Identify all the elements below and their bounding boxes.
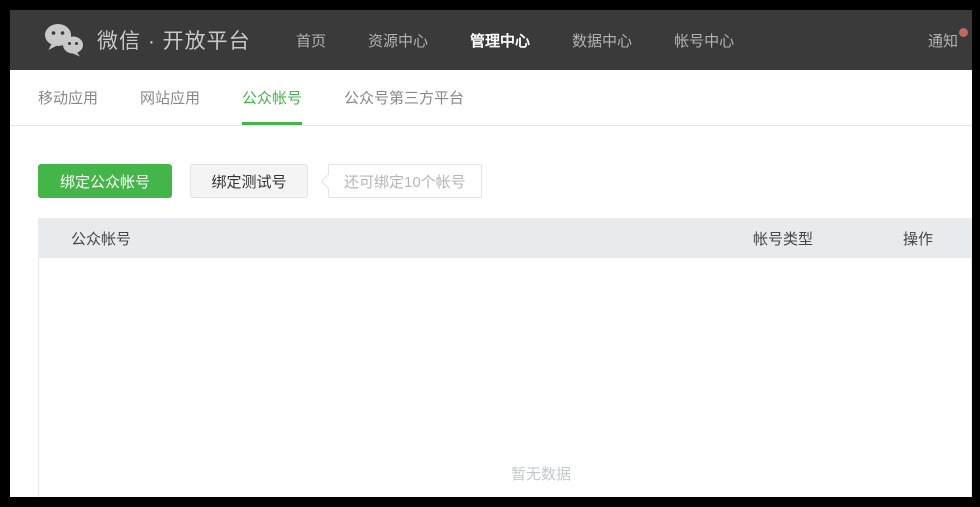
brand-title: 微信 · 开放平台	[97, 30, 251, 53]
remaining-quota-text: 还可绑定10个帐号	[344, 173, 466, 191]
empty-state-text: 暂无数据	[510, 466, 572, 483]
tab-official-accounts[interactable]: 公众帐号	[242, 70, 303, 125]
table-body: 暂无数据	[38, 258, 972, 497]
tab-third-party-platform[interactable]: 公众号第三方平台	[344, 70, 464, 125]
section-tabbar: 移动应用 网站应用 公众帐号 公众号第三方平台	[10, 70, 972, 126]
notifications-label: 通知	[927, 32, 958, 50]
nav-item-account-center[interactable]: 帐号中心	[674, 30, 734, 51]
nav-item-home[interactable]: 首页	[296, 30, 326, 51]
official-accounts-table: 公众帐号 帐号类型 操作 暂无数据	[38, 218, 972, 497]
browser-viewport: 微信 · 开放平台 首页 资源中心 管理中心 数据中心 帐号中心 通知 移动应用…	[10, 10, 972, 497]
main-content: 绑定公众帐号 绑定测试号 还可绑定10个帐号 公众帐号 帐号类型 操作 暂无数据	[10, 126, 972, 497]
notifications-button[interactable]: 通知	[928, 10, 968, 70]
top-navbar: 微信 · 开放平台 首页 资源中心 管理中心 数据中心 帐号中心 通知	[10, 10, 972, 70]
wechat-logo-icon	[44, 23, 84, 57]
primary-nav: 首页 资源中心 管理中心 数据中心 帐号中心	[296, 10, 734, 70]
tab-website-apps[interactable]: 网站应用	[140, 70, 200, 125]
column-header-account-type: 帐号类型	[753, 230, 814, 248]
tab-mobile-apps[interactable]: 移动应用	[38, 70, 98, 125]
column-header-actions: 操作	[903, 230, 934, 248]
nav-item-management-center[interactable]: 管理中心	[470, 30, 530, 51]
bind-official-account-button[interactable]: 绑定公众帐号	[38, 164, 172, 198]
nav-item-data-center[interactable]: 数据中心	[572, 30, 632, 51]
column-header-account: 公众帐号	[71, 230, 132, 248]
table-header-row: 公众帐号 帐号类型 操作	[38, 218, 972, 258]
notification-badge-dot	[959, 27, 968, 37]
actions-row: 绑定公众帐号 绑定测试号 还可绑定10个帐号	[38, 164, 972, 198]
tip-arrow	[320, 173, 337, 190]
brand-home-link[interactable]: 微信 · 开放平台	[44, 10, 251, 70]
remaining-quota-tip: 还可绑定10个帐号	[320, 164, 482, 198]
bind-test-account-button[interactable]: 绑定测试号	[190, 164, 308, 198]
nav-item-resources[interactable]: 资源中心	[368, 30, 428, 51]
